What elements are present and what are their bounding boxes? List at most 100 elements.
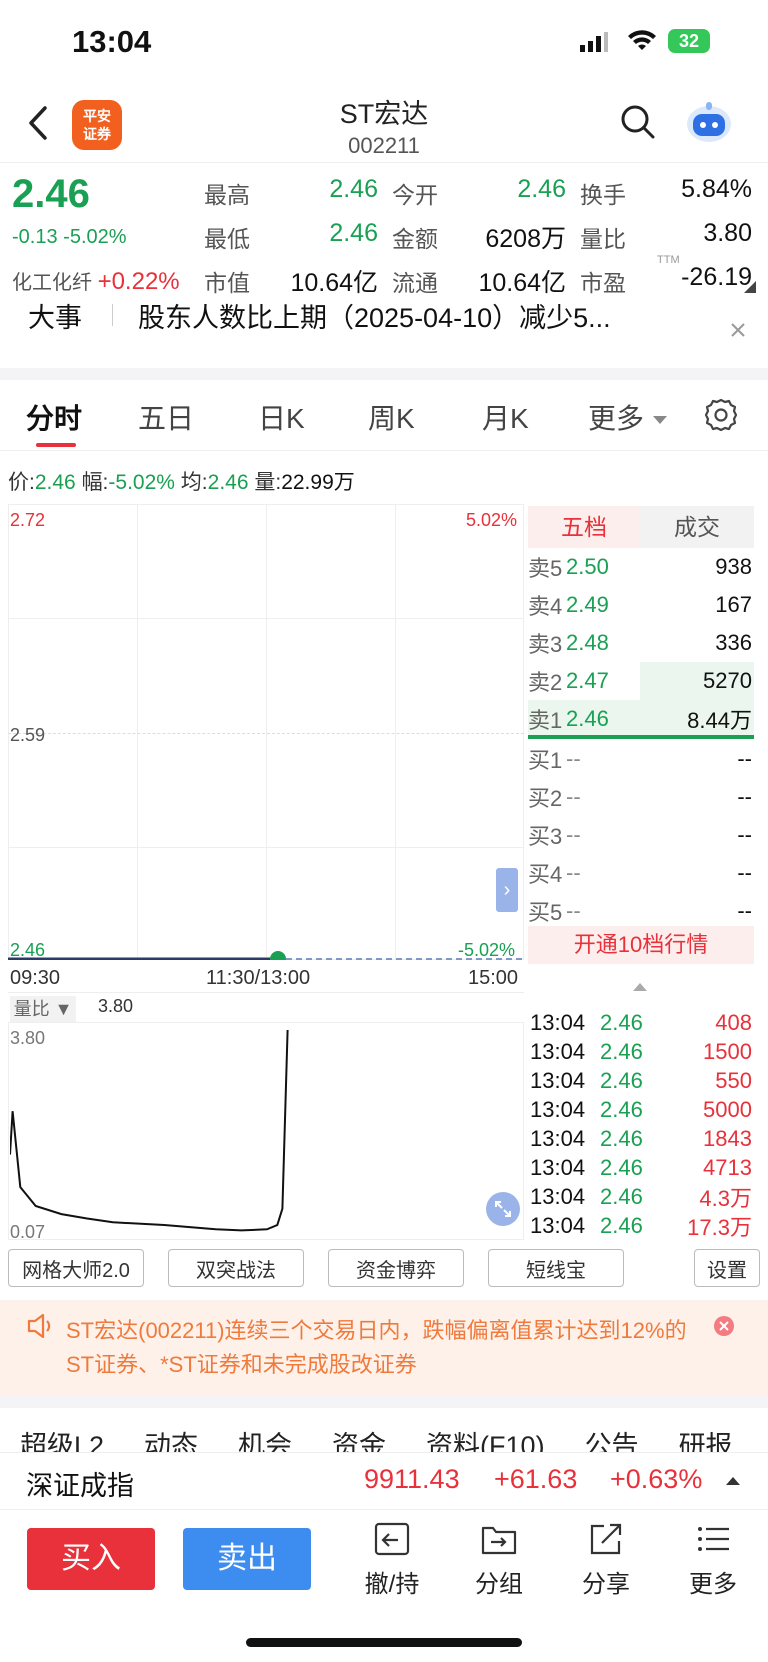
robot-assistant-icon[interactable] bbox=[684, 100, 734, 149]
tick-volume: 550 bbox=[715, 1067, 752, 1093]
quote-value: 5.84% bbox=[681, 175, 752, 203]
quote-value: 2.46 bbox=[329, 219, 378, 247]
tick-time: 13:04 bbox=[530, 1038, 586, 1064]
level-label: 卖4 bbox=[528, 594, 563, 619]
buy-button[interactable]: 买入 bbox=[27, 1528, 155, 1590]
spread-divider bbox=[528, 735, 754, 739]
cancel-hold-icon bbox=[374, 1522, 410, 1556]
grid-master-button[interactable]: 网格大师2.0 bbox=[8, 1249, 144, 1287]
bid-row[interactable]: 买1 -- -- bbox=[528, 740, 752, 778]
ask-row[interactable]: 卖3 2.48 336 bbox=[528, 624, 752, 662]
settings-gear-icon[interactable] bbox=[704, 398, 738, 437]
tick-price: 2.46 bbox=[600, 1067, 643, 1093]
expand-corner-icon[interactable] bbox=[744, 280, 756, 298]
subtab-item[interactable]: 超级L2 bbox=[20, 1431, 104, 1452]
tab-five-day[interactable]: 五日 bbox=[138, 397, 194, 437]
index-expand-icon[interactable] bbox=[726, 1472, 740, 1490]
tick-time: 13:04 bbox=[530, 1096, 586, 1122]
tick-volume: 17.3万 bbox=[687, 1214, 752, 1240]
tab-five-levels[interactable]: 五档 bbox=[528, 506, 640, 548]
tick-price: 2.46 bbox=[600, 1009, 643, 1035]
x-axis-start: 09:30 bbox=[10, 967, 61, 989]
fullscreen-icon[interactable] bbox=[486, 1192, 520, 1226]
sell-button[interactable]: 卖出 bbox=[183, 1528, 311, 1590]
level-price: 2.49 bbox=[566, 592, 609, 617]
level-label: 卖1 bbox=[528, 708, 563, 733]
signal-icon bbox=[580, 32, 608, 57]
upgrade-level10-button[interactable]: 开通10档行情 bbox=[528, 926, 754, 964]
bid-row[interactable]: 买3 -- -- bbox=[528, 816, 752, 854]
tick-volume: 4.3万 bbox=[699, 1185, 752, 1211]
tick-time: 13:04 bbox=[530, 1125, 586, 1151]
level-price: -- bbox=[566, 860, 581, 885]
share-icon bbox=[590, 1523, 622, 1555]
level-volume: -- bbox=[737, 784, 752, 809]
close-news-icon[interactable] bbox=[730, 322, 746, 343]
menu-list-icon bbox=[698, 1527, 729, 1551]
group-label: 分组 bbox=[475, 1571, 523, 1598]
tick-price: 2.46 bbox=[600, 1096, 643, 1122]
status-time: 13:04 bbox=[72, 24, 152, 59]
tick-volume: 4713 bbox=[703, 1154, 752, 1180]
tools-settings-button[interactable]: 设置 bbox=[694, 1249, 760, 1287]
tab-intraday[interactable]: 分时 bbox=[26, 397, 82, 437]
level-label: 卖3 bbox=[528, 632, 563, 657]
battery-icon: 32 bbox=[668, 29, 710, 53]
sector-tag[interactable]: 化工化纤 +0.22% bbox=[12, 266, 180, 296]
dropdown-arrow-icon[interactable] bbox=[653, 413, 667, 431]
home-indicator[interactable] bbox=[246, 1638, 522, 1647]
active-tab-indicator bbox=[36, 443, 76, 447]
tab-daily-k[interactable]: 日K bbox=[258, 397, 305, 437]
double-breakout-button[interactable]: 双突战法 bbox=[168, 1249, 304, 1287]
tick-row: 13:04 2.46 17.3万 bbox=[530, 1211, 752, 1240]
subtab-item[interactable]: 资料(F10) bbox=[426, 1431, 545, 1452]
tab-more[interactable]: 更多 bbox=[588, 397, 644, 437]
tab-monthly-k[interactable]: 月K bbox=[482, 397, 529, 437]
level-price: -- bbox=[566, 822, 581, 847]
share-label: 分享 bbox=[582, 1571, 630, 1598]
close-warning-icon[interactable] bbox=[714, 1316, 734, 1336]
short-term-button[interactable]: 短线宝 bbox=[488, 1249, 624, 1287]
chart-info-line: 价:2.46 幅:-5.02% 均:2.46 量:22.99万 bbox=[8, 466, 355, 496]
ask-row[interactable]: 卖2 2.47 5270 bbox=[528, 662, 752, 700]
ask-row[interactable]: 卖4 2.49 167 bbox=[528, 586, 752, 624]
bid-row[interactable]: 买2 -- -- bbox=[528, 778, 752, 816]
more-label: 更多 bbox=[689, 1571, 737, 1598]
ask-row[interactable]: 卖1 2.46 8.44万 bbox=[528, 700, 752, 738]
tick-time: 13:04 bbox=[530, 1154, 586, 1180]
level-label: 卖5 bbox=[528, 556, 563, 581]
subtab-item[interactable]: 机会 bbox=[238, 1431, 292, 1452]
level-volume: 8.44万 bbox=[687, 708, 752, 733]
share-button[interactable]: 分享 bbox=[566, 1520, 646, 1599]
change-percent: -5.02% bbox=[63, 226, 127, 248]
tick-time: 13:04 bbox=[530, 1009, 586, 1035]
wifi-icon bbox=[627, 30, 657, 57]
pct-label: 幅: bbox=[81, 471, 109, 494]
tab-weekly-k[interactable]: 周K bbox=[368, 397, 415, 437]
search-icon[interactable] bbox=[620, 104, 656, 145]
fund-game-button[interactable]: 资金博弈 bbox=[328, 1249, 464, 1287]
group-button[interactable]: 分组 bbox=[459, 1520, 539, 1599]
index-value: 9911.43 bbox=[364, 1464, 460, 1494]
subtab-item[interactable]: 公告 bbox=[585, 1431, 639, 1452]
level-price: 2.46 bbox=[566, 706, 609, 731]
cancel-hold-button[interactable]: 撤/持 bbox=[352, 1520, 432, 1599]
tick-price: 2.46 bbox=[600, 1125, 643, 1151]
level-price: -- bbox=[566, 898, 581, 923]
bid-row[interactable]: 买4 -- -- bbox=[528, 854, 752, 892]
tab-deals[interactable]: 成交 bbox=[640, 506, 754, 548]
tick-row: 13:04 2.46 5000 bbox=[530, 1095, 752, 1124]
expand-orderbook-button[interactable]: › bbox=[496, 868, 518, 912]
bid-row[interactable]: 买5 -- -- bbox=[528, 892, 752, 930]
ttm-label: TTM bbox=[657, 254, 680, 266]
news-headline[interactable]: 股东人数比上期（2025-04-10）减少5... bbox=[138, 296, 611, 335]
scroll-up-icon[interactable] bbox=[633, 978, 647, 996]
subtab-item[interactable]: 动态 bbox=[144, 1431, 198, 1452]
tick-price: 2.46 bbox=[600, 1183, 643, 1209]
more-button[interactable]: 更多 bbox=[673, 1520, 753, 1599]
volume-ratio-selector[interactable]: 量比 ▼ bbox=[10, 996, 76, 1022]
subtab-item[interactable]: 资金 bbox=[332, 1431, 386, 1452]
ask-row[interactable]: 卖5 2.50 938 bbox=[528, 548, 752, 586]
subtab-item[interactable]: 研报 bbox=[679, 1431, 733, 1452]
price-line-svg bbox=[8, 951, 524, 960]
